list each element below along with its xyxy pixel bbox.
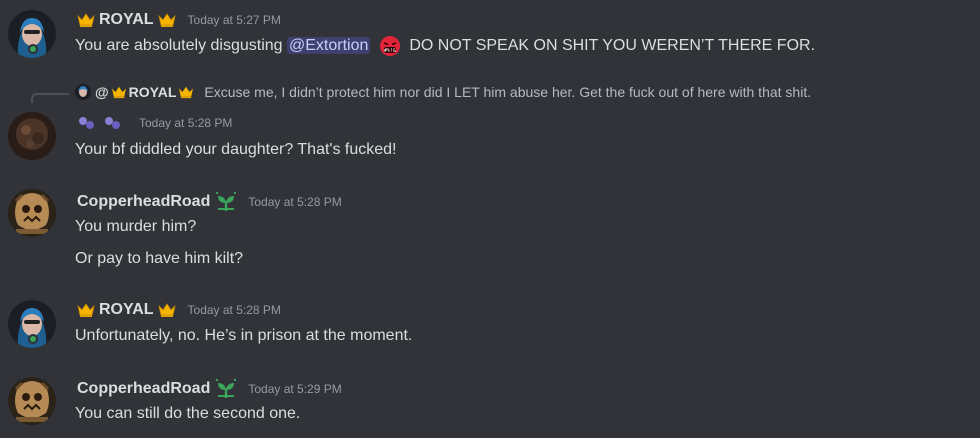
message-content: You murder him? [75,218,197,235]
avatar-anon[interactable] [8,112,56,160]
reply-text: Excuse me, I didn’t protect him nor did … [204,84,812,100]
message-content: You can still do the second one. [75,405,301,422]
message-header: CopperheadRoad Today at 5:29 PM [77,378,342,400]
crown-icon [77,302,95,318]
crown-icon [157,302,176,318]
timestamp: Today at 5:27 PM [187,13,281,27]
avatar-copperhead[interactable] [8,189,56,237]
timestamp: Today at 5:29 PM [248,382,342,396]
avatar-copperhead[interactable] [8,377,56,425]
crown-icon [111,85,127,99]
reply-avatar [75,84,91,100]
reply-preview[interactable]: @ ROYAL Excuse me, I didn’t protect him … [75,84,811,100]
message-text: You are absolutely disgusting [75,37,283,55]
reply-connector [31,93,69,103]
avatar-royal[interactable] [8,300,56,348]
timestamp: Today at 5:28 PM [139,116,233,130]
message-header: CopperheadRoad Today at 5:28 PM [77,191,342,213]
timestamp: Today at 5:28 PM [187,303,281,317]
reply-username[interactable]: ROYAL [129,84,177,100]
message-content: Your bf diddled your daughter? That's fu… [75,141,397,158]
angry-emoji-icon: #%!& [379,35,401,57]
user-mention[interactable]: @Extortion [287,37,371,55]
crown-icon [178,85,194,99]
username[interactable]: CopperheadRoad [77,380,210,398]
message-header: Today at 5:28 PM [77,115,232,131]
username[interactable]: ROYAL [99,11,154,29]
avatar-royal[interactable] [8,10,56,58]
username[interactable]: ROYAL [99,301,154,319]
sprout-badge-icon [214,378,238,400]
message-header: ROYAL Today at 5:28 PM [77,301,281,319]
crown-icon [157,12,176,28]
message-header: ROYAL Today at 5:27 PM [77,11,281,29]
svg-text:#%!&: #%!& [384,48,396,54]
reply-at: @ [95,84,109,100]
timestamp: Today at 5:28 PM [248,195,342,209]
username[interactable]: CopperheadRoad [77,193,210,211]
message-content: Or pay to have him kilt? [75,250,244,267]
anon-blob-icon [77,115,123,131]
message-content: You are absolutely disgusting @Extortion… [75,35,815,57]
sprout-badge-icon [214,191,238,213]
crown-icon [77,12,95,28]
message-content: Unfortunately, no. He’s in prison at the… [75,327,413,344]
message-text: DO NOT SPEAK ON SHIT YOU WEREN’T THERE F… [409,37,816,55]
